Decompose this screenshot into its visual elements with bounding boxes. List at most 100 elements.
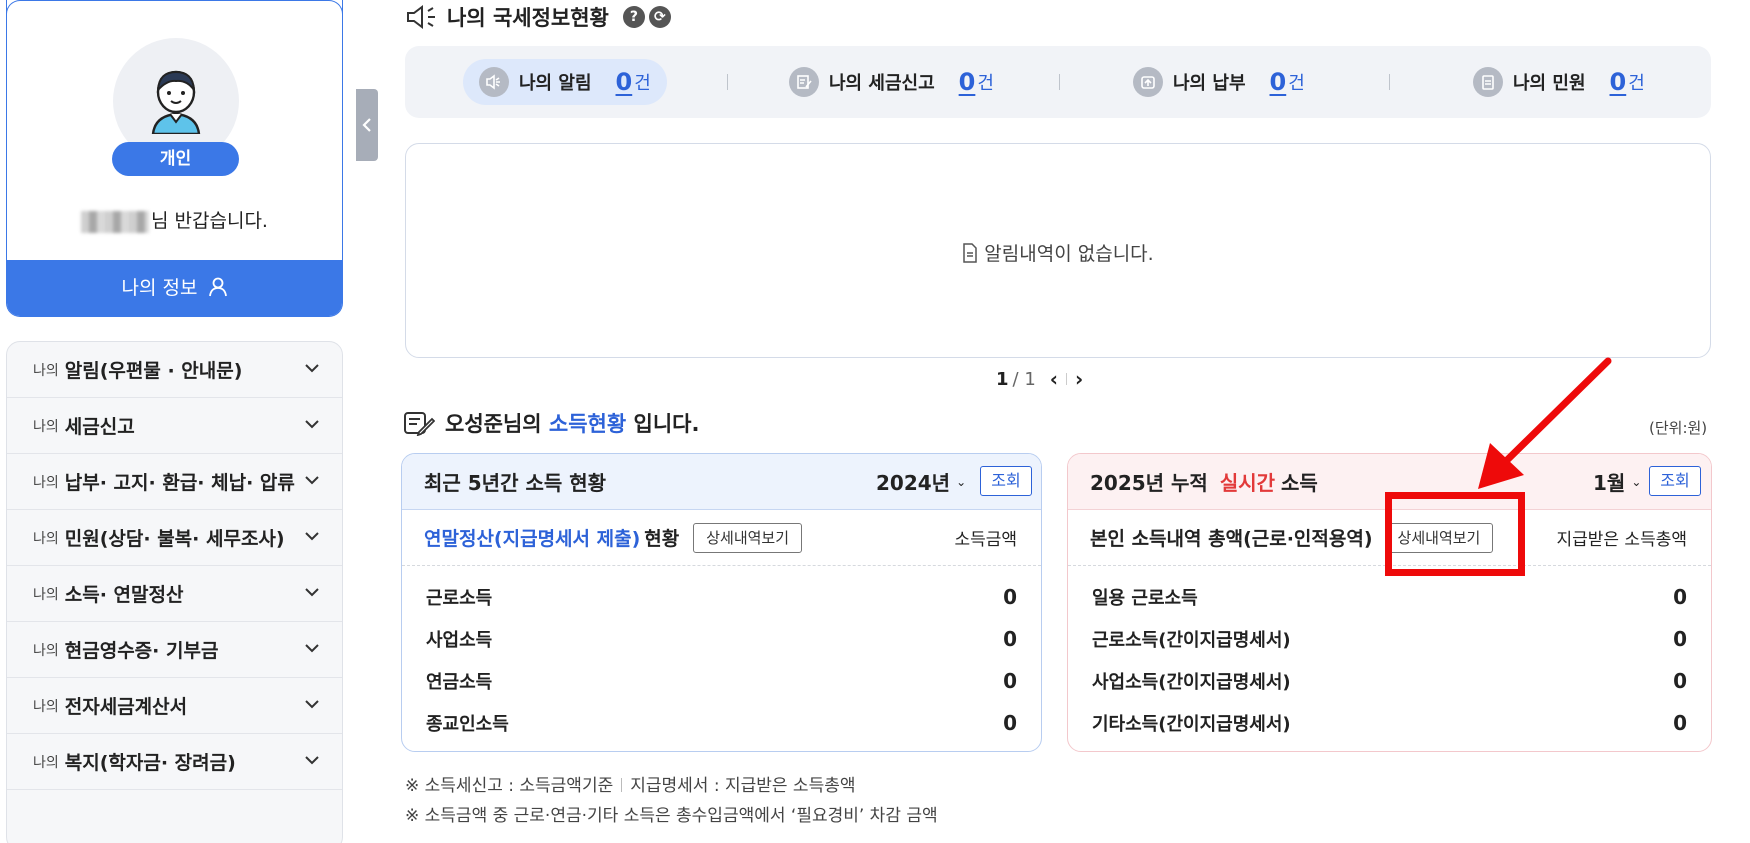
table-row: 일용 근로소득 0 (1068, 576, 1711, 618)
page-total: / 1 (1012, 368, 1036, 390)
income-heading: 오성준님의 소득현황 입니다. (403, 408, 699, 438)
income-rows: 근로소득 0 사업소득 0 연금소득 0 종교인소득 0 (402, 566, 1041, 744)
income-user-name: 오성준님의 (445, 412, 542, 436)
card-title-prefix: 2025년 누적 (1090, 471, 1208, 495)
query-button[interactable]: 조회 (1649, 466, 1701, 496)
footnote-line: ※ 소득금액 중 근로·연금·기타 소득은 총수입금액에서 ‘필요경비’ 차감 … (405, 806, 938, 826)
my-info-button[interactable]: 나의 정보 (7, 260, 342, 316)
annotation-arrow-icon (1478, 357, 1612, 489)
divider (621, 778, 623, 792)
section-title-text: 나의 국세정보현황 (447, 6, 609, 30)
payment-icon (1133, 67, 1163, 97)
menu-label: 전자세금계산서 (64, 696, 188, 718)
pagination: 1 / 1 ‹ › (996, 367, 1083, 391)
blurred-user-name (81, 210, 150, 233)
footnote-line: ※ 소득세신고 : 소득금액기준 지급명세서 : 지급받은 소득총액 (405, 771, 938, 801)
row-label: 연금소득 (426, 672, 493, 693)
user-icon (208, 277, 227, 297)
section-title: 나의 국세정보현황 ? ⟳ (405, 2, 671, 32)
query-button[interactable]: 조회 (980, 466, 1032, 496)
column-header: 지급받은 소득총액 (1556, 530, 1687, 550)
row-value: 0 (1003, 711, 1017, 735)
summary-item-tax-filing[interactable]: 나의 세금신고 0건 (773, 59, 1010, 105)
speaker-icon (407, 5, 435, 29)
summary-item-civil[interactable]: 나의 민원 0건 (1457, 59, 1661, 105)
speaker-icon (479, 67, 509, 97)
menu-prefix: 나의 (33, 362, 59, 379)
chevron-down-icon (305, 700, 319, 709)
greeting-text: 님 반갑습니다. (151, 210, 268, 232)
menu-prefix: 나의 (33, 474, 59, 491)
sidebar-collapse-button[interactable] (356, 89, 378, 161)
menu-label: 알림(우편물 · 안내문) (64, 360, 243, 382)
summary-item-payment[interactable]: 나의 납부 0건 (1117, 59, 1321, 105)
footnote-text: ※ 소득세신고 : 소득금액기준 (405, 776, 614, 796)
row-value: 0 (1003, 585, 1017, 609)
refresh-icon[interactable]: ⟳ (648, 6, 671, 28)
sidebar-item-welfare[interactable]: 나의 복지(학자금· 장려금) (7, 734, 342, 790)
edit-doc-icon (404, 412, 435, 436)
chevron-left-icon (362, 118, 371, 132)
row-value: 0 (1673, 669, 1687, 693)
sidebar-item-alerts[interactable]: 나의 알림(우편물 · 안내문) (7, 342, 342, 398)
profile-card: 개인 님 반갑습니다. 나의 정보 (6, 0, 343, 317)
row-value: 0 (1673, 585, 1687, 609)
sidebar-item-tax-filing[interactable]: 나의 세금신고 (7, 398, 342, 454)
chevron-down-icon: ⌄ (1631, 474, 1642, 489)
alert-list: 알림내역이 없습니다. (405, 143, 1711, 358)
year-select[interactable]: 2024년 ⌄ (876, 467, 966, 496)
summary-unit: 건 (1628, 73, 1645, 94)
sidebar-item-income[interactable]: 나의 소득· 연말정산 (7, 566, 342, 622)
card-header: 최근 5년간 소득 현황 2024년 ⌄ 조회 (402, 454, 1041, 510)
row-label: 근로소득 (426, 588, 493, 609)
alert-empty-text: 알림내역이 없습니다. (984, 243, 1154, 265)
menu-label: 납부· 고지· 환급· 체납· 압류 (64, 472, 295, 494)
chevron-down-icon (305, 644, 319, 653)
summary-count[interactable]: 0 (1270, 68, 1287, 96)
next-page-icon[interactable]: › (1075, 367, 1083, 391)
menu-prefix: 나의 (33, 698, 59, 715)
menu-prefix: 나의 (33, 642, 59, 659)
summary-unit: 건 (634, 73, 651, 94)
summary-count[interactable]: 0 (1610, 68, 1627, 96)
year-select-value: 2024년 (876, 471, 951, 495)
income-rows: 일용 근로소득 0 근로소득(간이지급명세서) 0 사업소득(간이지급명세서) 0 기… (1068, 566, 1711, 744)
sidebar-item-receipts[interactable]: 나의 현금영수증· 기부금 (7, 622, 342, 678)
sidebar-item-payment[interactable]: 나의 납부· 고지· 환급· 체납· 압류 (7, 454, 342, 510)
summary-item-alerts[interactable]: 나의 알림 0건 (463, 59, 667, 105)
divider (1059, 74, 1060, 90)
menu-prefix: 나의 (33, 418, 59, 435)
row-label: 근로소득(간이지급명세서) (1092, 630, 1291, 651)
summary-unit: 건 (1288, 73, 1305, 94)
unit-label: (단위:원) (1649, 419, 1708, 437)
clipboard-icon (1473, 67, 1503, 97)
sub-suffix: 현황 (644, 528, 680, 550)
five-year-income-card: 최근 5년간 소득 현황 2024년 ⌄ 조회 연말정산(지급명세서 제출) 현황… (401, 453, 1042, 752)
card-title-red: 실시간 (1219, 471, 1276, 495)
summary-label: 나의 납부 (1173, 73, 1246, 94)
table-row: 종교인소득 0 (402, 702, 1041, 744)
chevron-down-icon (305, 588, 319, 597)
income-suffix: 입니다. (633, 412, 700, 436)
table-row: 근로소득(간이지급명세서) 0 (1068, 618, 1711, 660)
table-row: 사업소득(간이지급명세서) 0 (1068, 660, 1711, 702)
menu-prefix: 나의 (33, 754, 59, 771)
divider (727, 74, 728, 90)
sidebar-menu: 나의 알림(우편물 · 안내문) 나의 세금신고 나의 납부· 고지· 환급· 체납·… (6, 341, 343, 843)
row-label: 기타소득(간이지급명세서) (1092, 714, 1291, 735)
prev-page-icon[interactable]: ‹ (1050, 367, 1058, 391)
sub-label: 본인 소득내역 총액(근로·인적용역) (1090, 528, 1373, 550)
summary-label: 나의 알림 (519, 73, 592, 94)
menu-label: 현금영수증· 기부금 (64, 640, 219, 662)
sidebar-item-civil[interactable]: 나의 민원(상담· 불복· 세무조사) (7, 510, 342, 566)
row-label: 종교인소득 (426, 714, 509, 735)
divider (1066, 373, 1068, 385)
sidebar-item-e-invoice[interactable]: 나의 전자세금계산서 (7, 678, 342, 734)
help-icon[interactable]: ? (622, 6, 645, 28)
summary-count[interactable]: 0 (959, 68, 976, 96)
summary-count[interactable]: 0 (616, 68, 633, 96)
greeting: 님 반갑습니다. (7, 206, 342, 233)
income-highlight: 소득현황 (548, 412, 627, 436)
table-row: 근로소득 0 (402, 576, 1041, 618)
detail-button[interactable]: 상세내역보기 (693, 522, 803, 553)
